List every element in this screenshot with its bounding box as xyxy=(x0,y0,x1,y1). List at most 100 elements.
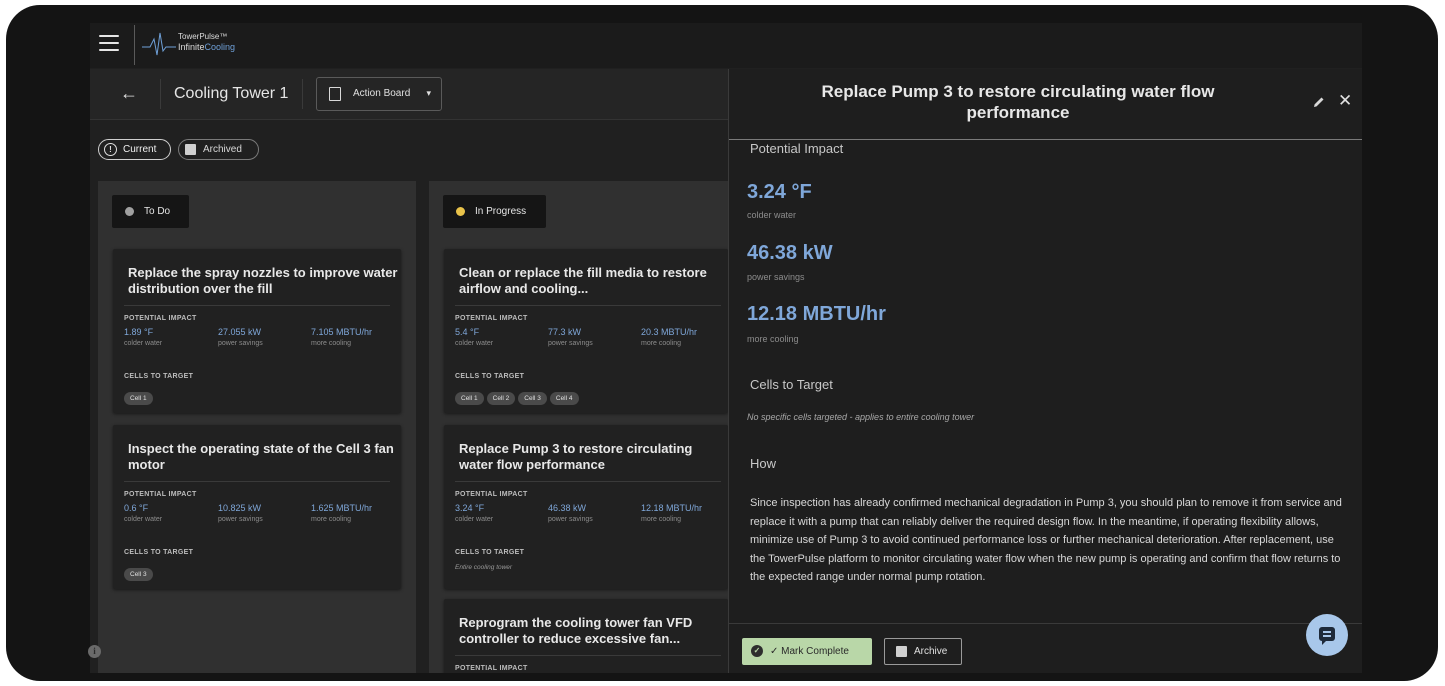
card-divider xyxy=(124,305,390,306)
how-description: Since inspection has already confirmed m… xyxy=(750,497,1342,584)
brand-name: TowerPulse™ xyxy=(178,32,228,41)
cell-chips: Cell 1 xyxy=(124,387,156,405)
cell-chips: Cell 1 Cell 2 Cell 3 Cell 4 xyxy=(455,387,582,405)
action-card[interactable]: Reprogram the cooling tower fan VFD cont… xyxy=(444,599,728,673)
cell-chip: Cell 3 xyxy=(124,568,153,581)
cells-label: CELLS TO TARGET xyxy=(124,373,194,380)
cell-chip: Cell 3 xyxy=(518,392,547,405)
metric-label: power savings xyxy=(218,516,263,523)
metric-label: more cooling xyxy=(641,516,682,523)
cells-note: No specific cells targeted - applies to … xyxy=(747,412,975,422)
mark-complete-button[interactable]: ✓ ✓ Mark Complete xyxy=(742,638,872,665)
metric-label: more cooling xyxy=(311,340,352,347)
impact-heading: Potential Impact xyxy=(750,141,844,156)
card-divider xyxy=(455,305,721,306)
metric-value: 20.3 MBTU/hr xyxy=(641,327,698,337)
archive-button[interactable]: Archive xyxy=(884,638,962,665)
impact-label: POTENTIAL IMPACT xyxy=(455,315,528,322)
board-header: ← Cooling Tower 1 Action Board ▾ xyxy=(90,69,728,120)
app-window: TowerPulse™ InfiniteCooling ← Cooling To… xyxy=(90,23,1362,673)
impact-label: POTENTIAL IMPACT xyxy=(455,665,528,672)
metric-label: colder water xyxy=(455,516,494,523)
metric-value: 7.105 MBTU/hr xyxy=(311,327,373,337)
clipboard-icon xyxy=(329,87,341,101)
back-arrow-icon[interactable]: ← xyxy=(120,83,138,103)
metric-label: power savings xyxy=(548,340,593,347)
page-title: Cooling Tower 1 xyxy=(174,85,289,102)
impact-label: more cooling xyxy=(747,334,799,344)
detail-actions: ✓ ✓ Mark Complete Archive xyxy=(729,623,1362,673)
metric-value: 46.38 kW xyxy=(548,503,587,513)
metric-value: 0.6 °F xyxy=(124,503,149,513)
chat-icon xyxy=(1319,627,1335,645)
metric-label: more cooling xyxy=(311,516,352,523)
cells-label: CELLS TO TARGET xyxy=(124,549,194,556)
action-card[interactable]: Inspect the operating state of the Cell … xyxy=(113,425,401,589)
how-heading: How xyxy=(750,456,777,471)
info-icon[interactable]: i xyxy=(88,645,101,658)
pulse-icon xyxy=(142,32,176,56)
action-card[interactable]: Replace the spray nozzles to improve wat… xyxy=(113,249,401,413)
impact-value: 3.24 °F xyxy=(747,181,812,203)
metric-value: 5.4 °F xyxy=(455,327,480,337)
action-card[interactable]: Clean or replace the fill media to resto… xyxy=(444,249,728,413)
board-view-dropdown[interactable]: Action Board ▾ xyxy=(316,77,442,111)
filter-current[interactable]: ! Current xyxy=(98,139,171,160)
impact-value: 12.18 MBTU/hr xyxy=(747,303,886,325)
cells-note: Entire cooling tower xyxy=(455,564,513,571)
impact-label: POTENTIAL IMPACT xyxy=(124,315,197,322)
impact-value: 46.38 kW xyxy=(747,242,833,264)
metric-value: 12.18 MBTU/hr xyxy=(641,503,703,513)
column-header-todo: To Do xyxy=(112,195,189,228)
alert-circle-icon: ! xyxy=(104,143,117,156)
cell-chip: Cell 4 xyxy=(549,392,579,405)
product-name: InfiniteCooling xyxy=(178,42,236,52)
impact-label: power savings xyxy=(747,272,805,282)
check-circle-icon: ✓ xyxy=(751,645,763,657)
menu-icon[interactable] xyxy=(99,35,119,51)
impact-label: POTENTIAL IMPACT xyxy=(455,491,528,498)
metric-value: 1.89 °F xyxy=(124,327,154,337)
status-dot xyxy=(456,207,465,216)
cell-chips: Cell 3 xyxy=(124,563,156,581)
metric-label: more cooling xyxy=(641,340,682,347)
card-title: Clean or replace the fill media to resto… xyxy=(459,265,707,296)
header-divider xyxy=(160,79,161,109)
detail-title: Replace Pump 3 to restore circulating wa… xyxy=(821,82,1215,122)
column-todo: To Do Replace the spray nozzles to impro… xyxy=(98,181,416,673)
metric-value: 10.825 kW xyxy=(218,503,262,513)
metric-label: power savings xyxy=(548,516,593,523)
chat-button[interactable] xyxy=(1306,614,1348,656)
metric-label: colder water xyxy=(455,340,494,347)
metric-label: colder water xyxy=(124,516,163,523)
brand-logo: TowerPulse™ InfiniteCooling xyxy=(142,29,252,59)
metric-value: 27.055 kW xyxy=(218,327,262,337)
archive-icon xyxy=(896,646,907,657)
cells-label: CELLS TO TARGET xyxy=(455,549,525,556)
archive-icon xyxy=(185,144,196,155)
card-divider xyxy=(455,481,721,482)
card-divider xyxy=(455,655,721,656)
detail-header: Replace Pump 3 to restore circulating wa… xyxy=(729,69,1362,140)
top-bar: TowerPulse™ InfiniteCooling xyxy=(90,23,1362,68)
cell-chip: Cell 1 xyxy=(124,392,153,405)
action-card-selected[interactable]: Replace Pump 3 to restore circulating wa… xyxy=(444,425,728,589)
board-view-label: Action Board xyxy=(353,88,411,99)
metric-label: power savings xyxy=(218,340,263,347)
cell-chip: Cell 1 xyxy=(455,392,484,405)
card-title: Reprogram the cooling tower fan VFD cont… xyxy=(459,615,693,646)
metric-value: 77.3 kW xyxy=(548,327,582,337)
close-icon[interactable]: ✕ xyxy=(1338,91,1352,111)
impact-label: colder water xyxy=(747,210,797,220)
chevron-down-icon: ▾ xyxy=(426,88,431,98)
filter-archived[interactable]: Archived xyxy=(178,139,259,160)
logo-divider xyxy=(134,25,135,65)
card-title: Inspect the operating state of the Cell … xyxy=(128,441,394,472)
card-divider xyxy=(124,481,390,482)
cells-label: CELLS TO TARGET xyxy=(455,373,525,380)
card-title: Replace Pump 3 to restore circulating wa… xyxy=(459,441,693,472)
card-title: Replace the spray nozzles to improve wat… xyxy=(128,265,398,296)
edit-icon[interactable] xyxy=(1312,95,1326,109)
status-dot xyxy=(125,207,134,216)
header-divider xyxy=(302,79,303,109)
